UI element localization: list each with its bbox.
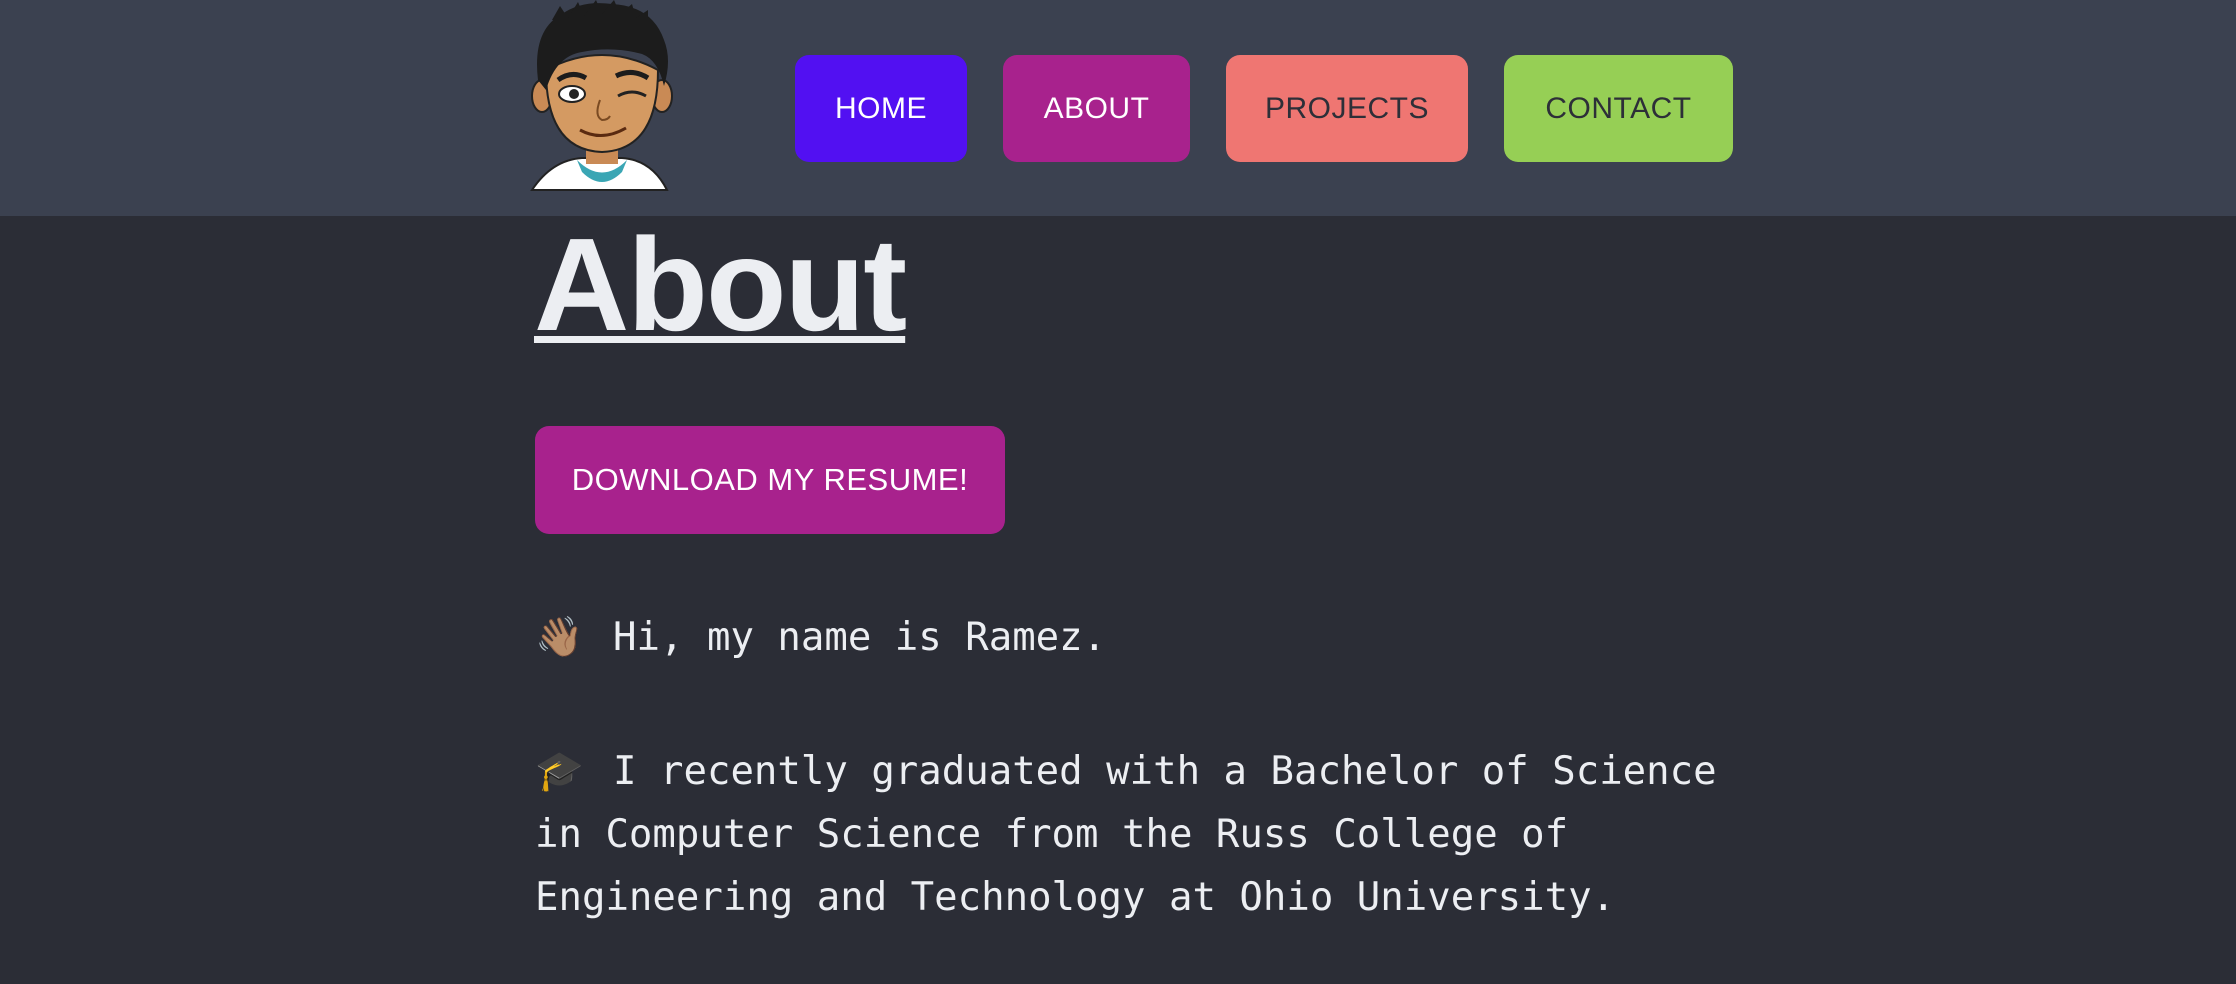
nav-home-button[interactable]: HOME	[795, 55, 967, 162]
avatar[interactable]	[522, 0, 682, 196]
nav-projects-button[interactable]: PROJECTS	[1226, 55, 1468, 162]
education-text: I recently graduated with a Bachelor of …	[535, 749, 1741, 920]
nav-contact-button[interactable]: CONTACT	[1504, 55, 1733, 162]
intro-text: Hi, my name is Ramez.	[613, 615, 1107, 660]
education-paragraph: 🎓 I recently graduated with a Bachelor o…	[535, 740, 1785, 929]
page: HOME ABOUT PROJECTS CONTACT About DOWNLO…	[0, 0, 2236, 984]
page-title: About	[534, 211, 907, 358]
nav-about-button[interactable]: ABOUT	[1003, 55, 1190, 162]
intro-paragraph: 👋🏽 Hi, my name is Ramez.	[535, 606, 1785, 669]
top-nav-bar: HOME ABOUT PROJECTS CONTACT	[0, 0, 2236, 216]
download-resume-button[interactable]: DOWNLOAD MY RESUME!	[535, 426, 1005, 534]
graduation-cap-icon: 🎓	[535, 749, 584, 794]
waving-hand-icon: 👋🏽	[535, 615, 584, 660]
